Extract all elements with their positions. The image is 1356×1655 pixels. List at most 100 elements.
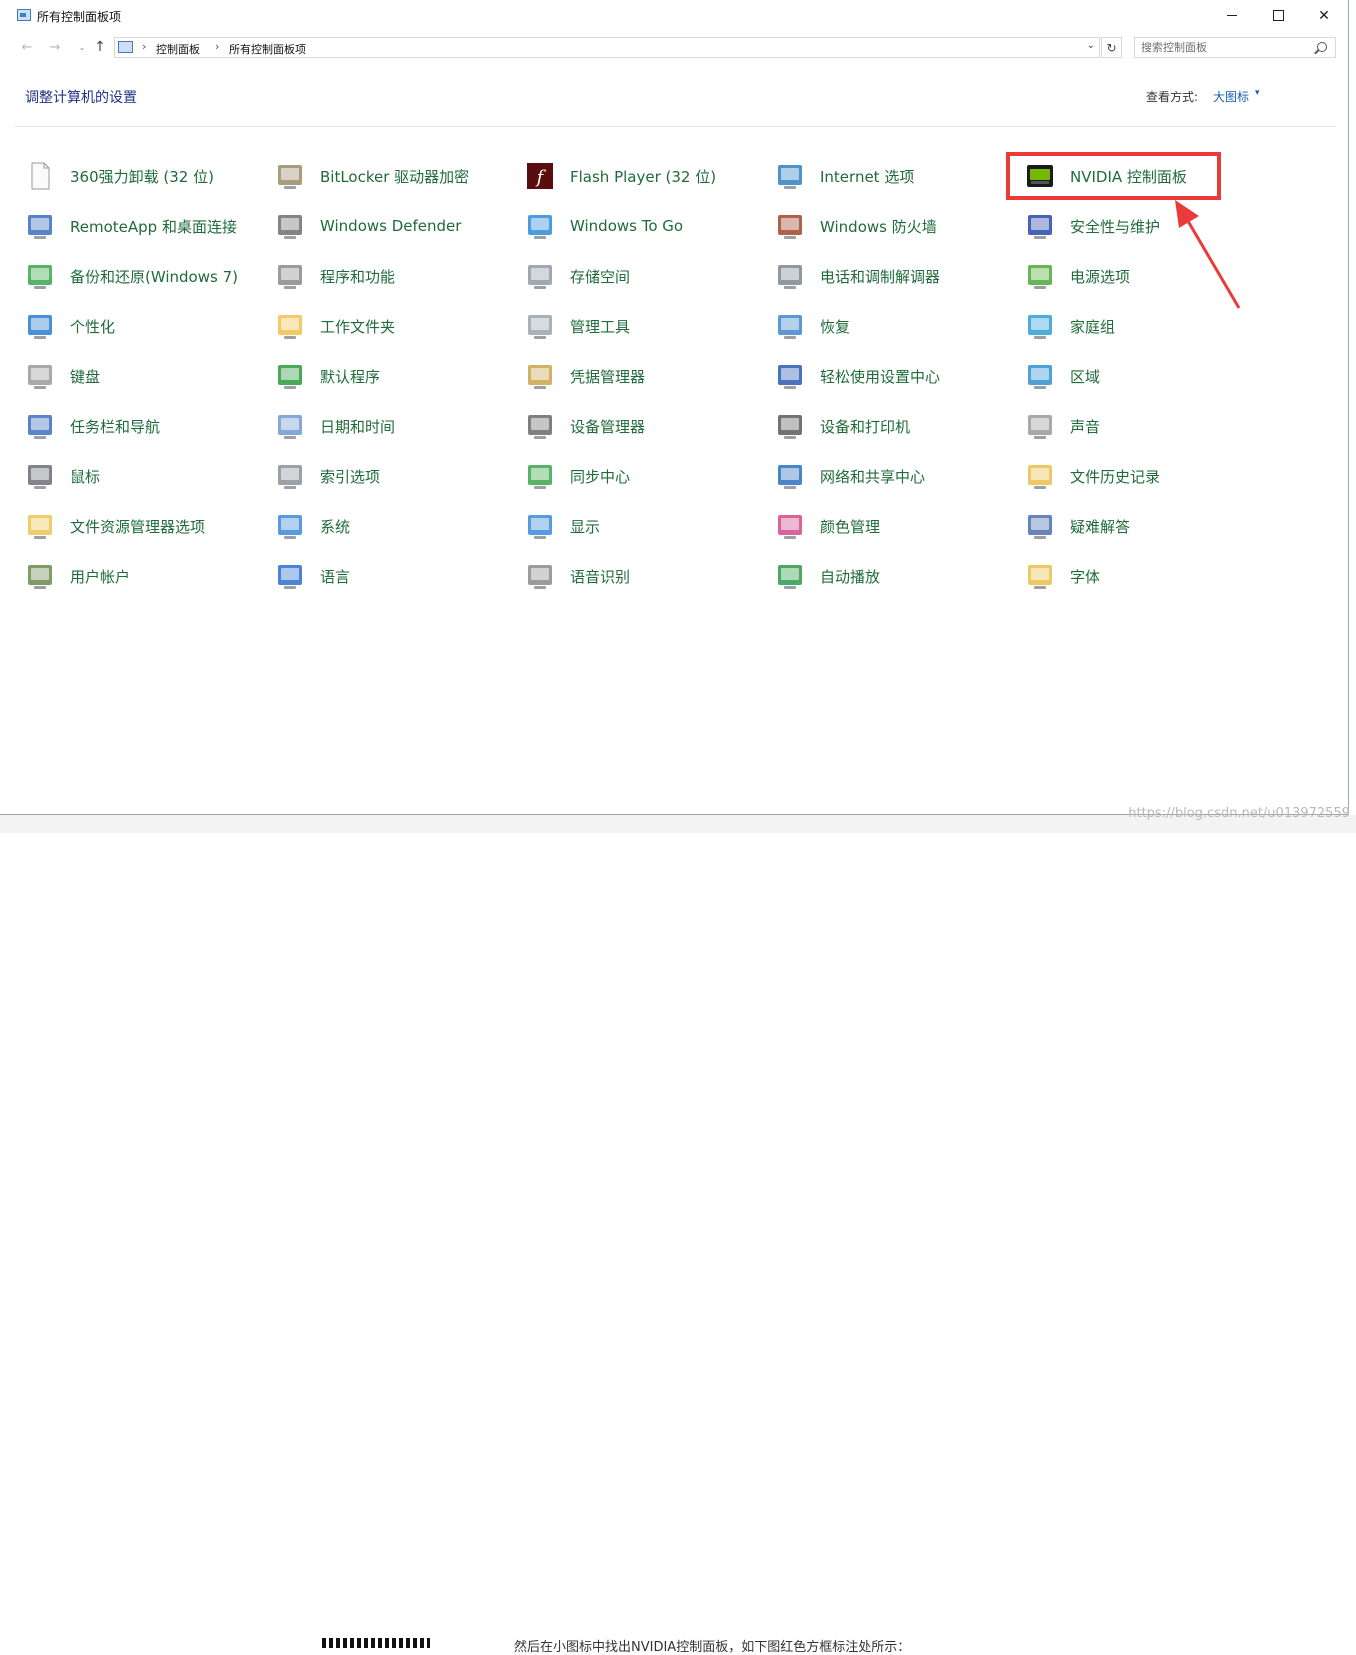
address-dropdown-icon[interactable]: ⌄ [1087,40,1095,51]
control-panel-item[interactable]: 任务栏和导航 [25,409,265,443]
control-panel-item[interactable]: 默认程序 [275,359,515,393]
maximize-icon [1272,10,1284,21]
back-button[interactable]: ← [18,38,36,56]
control-panel-item[interactable]: 存储空间 [525,259,765,293]
control-panel-item[interactable]: 恢复 [775,309,1015,343]
control-panel-item[interactable]: 字体 [1025,559,1265,593]
control-panel-item-label: 设备和打印机 [820,417,911,436]
control-panel-item-label: 程序和功能 [320,267,396,286]
search-box[interactable] [1134,37,1336,58]
refresh-button[interactable]: ↻ [1101,37,1122,58]
control-panel-item-label: 疑难解答 [1070,517,1131,536]
control-panel-item[interactable]: 系统 [275,509,515,543]
date-time-icon [275,411,305,441]
control-panel-item[interactable]: 个性化 [25,309,265,343]
minimize-icon [1227,15,1237,16]
control-panel-item[interactable]: 语音识别 [525,559,765,593]
page-title: 调整计算机的设置 [25,90,137,106]
control-panel-item[interactable]: 轻松使用设置中心 [775,359,1015,393]
ease-of-access-icon [775,361,805,391]
search-input[interactable] [1141,40,1306,54]
control-panel-item[interactable]: f Flash Player (32 位) [525,159,765,193]
control-panel-item[interactable]: 程序和功能 [275,259,515,293]
troubleshooting-icon [1025,511,1055,541]
address-bar[interactable]: › 控制面板 › 所有控制面板项 ⌄ [114,37,1100,58]
control-panel-item[interactable]: 凭据管理器 [525,359,765,393]
microphone-icon [525,561,555,591]
window-title: 所有控制面板项 [37,10,122,24]
control-panel-item[interactable]: 语言 [275,559,515,593]
up-button[interactable]: ↑ [91,38,109,56]
minimize-button[interactable] [1209,0,1255,31]
close-icon: ✕ [1318,7,1330,24]
control-panel-item-label: 同步中心 [570,467,631,486]
control-panel-item[interactable]: 工作文件夹 [275,309,515,343]
maximize-button[interactable] [1255,0,1301,31]
control-panel-item[interactable]: 颜色管理 [775,509,1015,543]
user-accounts-icon [25,561,55,591]
control-panel-item[interactable]: 自动播放 [775,559,1015,593]
control-panel-item[interactable]: 日期和时间 [275,409,515,443]
credential-manager-icon [525,361,555,391]
control-panel-item[interactable]: 文件资源管理器选项 [25,509,265,543]
forward-button[interactable]: → [46,38,64,56]
control-panel-item[interactable]: 360强力卸载 (32 位) [25,159,265,193]
control-panel-item[interactable]: 索引选项 [275,459,515,493]
control-panel-item-label: RemoteApp 和桌面连接 [70,217,237,236]
speaker-icon [1025,411,1055,441]
control-panel-item[interactable]: Windows Defender [275,209,515,243]
control-panel-item-label: 家庭组 [1070,317,1116,336]
control-panel-item[interactable]: Windows To Go [525,209,765,243]
control-panel-item-label: 语音识别 [570,567,631,586]
device-manager-icon [525,411,555,441]
watermark: https://blog.csdn.net/u013972559 [1128,806,1350,821]
recent-locations-button[interactable]: ⌄ [73,38,91,56]
refresh-icon: ↻ [1106,40,1117,55]
control-panel-item[interactable]: 用户帐户 [25,559,265,593]
control-panel-item[interactable]: 电话和调制解调器 [775,259,1015,293]
indexing-icon [275,461,305,491]
control-panel-item-label: Windows To Go [570,217,684,235]
control-panel-item[interactable]: Internet 选项 [775,159,1015,193]
search-icon[interactable] [1317,42,1327,52]
control-panel-item[interactable]: 键盘 [25,359,265,393]
control-panel-item-label: 键盘 [70,367,101,386]
breadcrumb-control-panel[interactable]: 控制面板 [156,41,200,57]
close-button[interactable]: ✕ [1301,0,1347,31]
remoteapp-icon [25,211,55,241]
control-panel-item[interactable]: Windows 防火墙 [775,209,1015,243]
control-panel-item[interactable]: 鼠标 [25,459,265,493]
chevron-down-icon: ⌄ [78,42,86,52]
control-panel-item[interactable]: 声音 [1025,409,1265,443]
control-panel-item-label: 字体 [1070,567,1101,586]
control-panel-item[interactable]: 设备和打印机 [775,409,1015,443]
control-panel-item-label: 区域 [1070,367,1101,386]
breadcrumb-all-items[interactable]: 所有控制面板项 [229,41,306,57]
sync-center-icon [525,461,555,491]
control-panel-item[interactable]: BitLocker 驱动器加密 [275,159,515,193]
forward-arrow-icon: → [49,39,61,55]
control-panel-item-label: 安全性与维护 [1070,217,1161,236]
control-panel-item[interactable]: 显示 [525,509,765,543]
control-panel-item-label: 系统 [320,517,351,536]
control-panel-item[interactable]: 管理工具 [525,309,765,343]
navigation-bar: ← → ⌄ ↑ › 控制面板 › 所有控制面板项 ⌄ ↻ [0,34,1348,62]
control-panel-item[interactable]: 文件历史记录 [1025,459,1265,493]
personalization-icon [25,311,55,341]
control-panel-item[interactable]: 疑难解答 [1025,509,1265,543]
control-panel-item[interactable]: 网络和共享中心 [775,459,1015,493]
caret-down-icon[interactable]: ▾ [1255,88,1260,98]
control-panel-item-label: 360强力卸载 (32 位) [70,167,214,186]
color-management-icon [775,511,805,541]
up-arrow-icon: ↑ [94,39,106,55]
control-panel-item[interactable]: 区域 [1025,359,1265,393]
control-panel-item[interactable]: RemoteApp 和桌面连接 [25,209,265,243]
control-panel-item[interactable]: 同步中心 [525,459,765,493]
control-panel-item[interactable]: 设备管理器 [525,409,765,443]
control-panel-item[interactable]: 备份和还原(Windows 7) [25,259,265,293]
control-panel-item-label: 网络和共享中心 [820,467,926,486]
control-panel-item-label: 工作文件夹 [320,317,396,336]
view-by-dropdown[interactable]: 大图标 [1213,88,1249,105]
control-panel-item-label: 恢复 [820,317,851,336]
control-panel-item-label: 语言 [320,567,351,586]
